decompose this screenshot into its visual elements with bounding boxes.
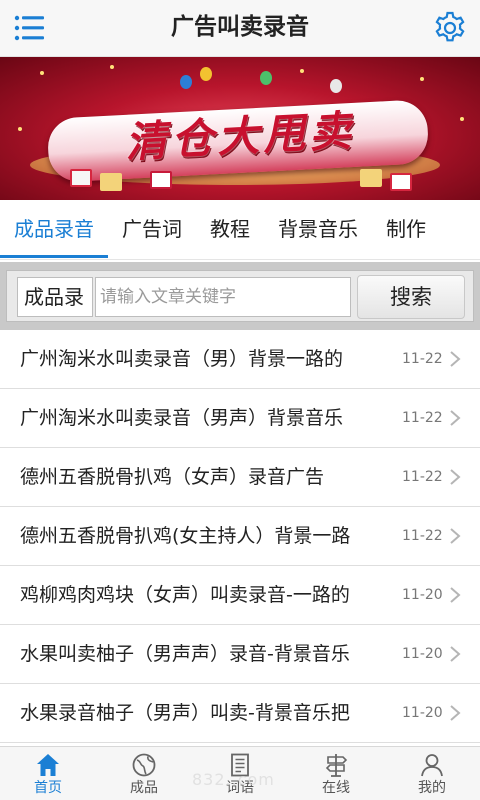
list-item-date: 11-20 [402,587,443,603]
gift-box-decoration [70,169,92,187]
list-item[interactable]: 水果叫卖柚子（男声声）录音-背景音乐 11-20 [0,625,480,684]
watermark: 832..com [192,770,275,789]
sparkle-decoration [420,77,424,81]
recording-list: 广州淘米水叫卖录音（男）背景一路的 11-22 广州淘米水叫卖录音（男声）背景音… [0,330,480,743]
chevron-right-icon [450,528,461,544]
nav-label: 成品 [130,780,158,796]
list-item-title: 广州淘米水叫卖录音（男）背景一路的 [20,348,344,370]
balloon-decoration [330,79,342,93]
chevron-right-icon [450,587,461,603]
gift-box-decoration [360,169,382,187]
list-item-title: 水果叫卖柚子（男声声）录音-背景音乐 [20,643,350,665]
list-item-title: 水果录音柚子（男声）叫卖-背景音乐把 [20,702,350,724]
list-item-date: 11-20 [402,646,443,662]
list-item[interactable]: 广州淘米水叫卖录音（男）背景一路的 11-22 [0,330,480,389]
balloon-decoration [180,75,192,89]
list-item[interactable]: 水果录音柚子（男声）叫卖-背景音乐把 11-20 [0,684,480,743]
sparkle-decoration [110,65,114,69]
balloon-decoration [260,71,272,85]
list-item[interactable]: 鸡柳鸡肉鸡块（女声）叫卖录音-一路的 11-20 [0,566,480,625]
chevron-right-icon [450,469,461,485]
user-icon [421,754,443,777]
tab-finished-recordings[interactable]: 成品录音 [0,200,108,258]
chevron-right-icon [450,351,461,367]
search-category-select[interactable]: 成品录 [17,277,93,317]
nav-home[interactable]: 首页 [0,747,96,800]
promo-banner[interactable]: 清仓大甩卖 [0,57,480,200]
nav-profile[interactable]: 我的 [384,747,480,800]
home-icon [37,754,59,776]
search-bar: 成品录 搜索 [0,262,480,330]
search-button[interactable]: 搜索 [357,275,465,319]
app-header: 广告叫卖录音 [0,0,480,57]
list-item-title: 鸡柳鸡肉鸡块（女声）叫卖录音-一路的 [20,584,350,606]
list-item[interactable]: 德州五香脱骨扒鸡（女声）录音广告 11-22 [0,448,480,507]
chevron-right-icon [450,705,461,721]
list-item-title: 德州五香脱骨扒鸡(女主持人）背景一路 [20,525,351,547]
page-title: 广告叫卖录音 [171,14,309,40]
chevron-right-icon [450,646,461,662]
list-item-date: 11-22 [402,351,443,367]
sparkle-decoration [300,69,304,73]
list-item-date: 11-20 [402,705,443,721]
nav-online[interactable]: 在线 [288,747,384,800]
list-item[interactable]: 广州淘米水叫卖录音（男声）背景音乐 11-22 [0,389,480,448]
list-item-title: 广州淘米水叫卖录音（男声）背景音乐 [20,407,344,429]
list-item[interactable]: 德州五香脱骨扒鸡(女主持人）背景一路 11-22 [0,507,480,566]
nav-label: 首页 [34,780,62,796]
tab-background-music[interactable]: 背景音乐 [264,200,372,258]
gift-box-decoration [150,171,172,189]
nav-label: 我的 [418,780,446,796]
globe-icon [132,753,156,777]
sparkle-decoration [40,71,44,75]
gift-box-decoration [390,173,412,191]
nav-label: 在线 [322,780,350,796]
list-item-date: 11-22 [402,528,443,544]
sign-post-icon [325,754,348,777]
nav-finished[interactable]: 成品 [96,747,192,800]
list-item-date: 11-22 [402,410,443,426]
tab-production[interactable]: 制作 [372,200,440,258]
search-bar-inner: 成品录 搜索 [6,270,474,322]
chevron-right-icon [450,410,461,426]
list-item-title: 德州五香脱骨扒鸡（女声）录音广告 [20,466,325,488]
tab-ad-copy[interactable]: 广告词 [108,200,196,258]
gear-icon[interactable] [432,10,468,46]
category-tabs: 成品录音 广告词 教程 背景音乐 制作 [0,200,480,260]
search-input[interactable] [95,277,351,317]
gift-box-decoration [100,173,122,191]
tab-tutorials[interactable]: 教程 [196,200,264,258]
list-item-date: 11-22 [402,469,443,485]
balloon-decoration [200,67,212,81]
